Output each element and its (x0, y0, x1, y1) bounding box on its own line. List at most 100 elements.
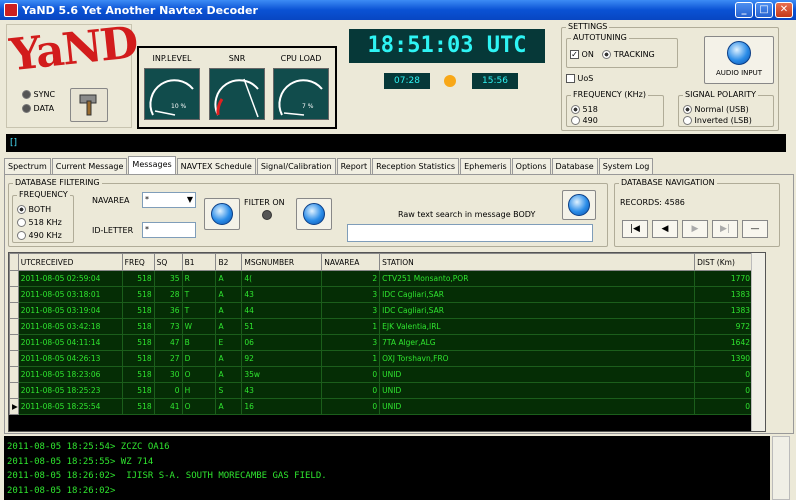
body-search-input[interactable] (347, 224, 593, 242)
column-header[interactable]: MSGNUMBER (241, 253, 323, 271)
column-header[interactable]: DIST (Km) (694, 253, 753, 271)
navarea-value: * (145, 195, 149, 204)
table-cell: O (181, 366, 217, 383)
tab-messages[interactable]: Messages (128, 156, 176, 174)
column-header[interactable]: STATION (379, 253, 696, 271)
table-cell: 1383 (694, 286, 753, 303)
tab-signal-calibration[interactable]: Signal/Calibration (256, 158, 336, 174)
uos-checkbox[interactable] (566, 74, 575, 83)
column-header[interactable]: UTCRECEIVED (17, 253, 123, 271)
minimize-button[interactable]: _ (735, 2, 753, 18)
filter-518-radio[interactable] (17, 218, 26, 227)
filter-both-radio[interactable] (17, 205, 26, 214)
clear-filter-button[interactable] (296, 198, 332, 230)
freq-490-radio[interactable] (571, 116, 580, 125)
row-selector[interactable] (9, 302, 19, 319)
table-cell: 30 (153, 366, 183, 383)
delete-record-button[interactable]: — (742, 220, 768, 238)
table-cell: 41 (153, 398, 183, 415)
column-header[interactable]: B1 (181, 253, 217, 271)
normal-usb-label: Normal (USB) (694, 105, 749, 114)
tab-report[interactable]: Report (336, 158, 372, 174)
id-letter-label: ID-LETTER (92, 226, 134, 235)
table-cell: 2011-08-05 03:18:01 (17, 286, 123, 303)
table-row[interactable]: 2011-08-05 04:26:13 518 27 D A 92 1 OXJ Torshav… (9, 350, 753, 367)
table-cell: A (215, 302, 243, 319)
table-cell: 36 (153, 302, 183, 319)
hammer-button[interactable] (70, 88, 108, 122)
console-line: 2011-08-05 18:26:02> IJISR S-A. SOUTH MO… (7, 471, 327, 481)
audio-input-button[interactable]: AUDIO INPUT (704, 36, 774, 84)
table-cell: 4( (241, 270, 323, 287)
next-record-button[interactable]: ▶ (682, 220, 708, 238)
row-selector[interactable] (9, 318, 19, 335)
autotuning-title: AUTOTUNING (571, 33, 629, 42)
table-row[interactable]: 2011-08-05 03:18:01 518 28 T A 43 3 IDC Cagliar… (9, 286, 753, 303)
table-row[interactable]: 2011-08-05 18:25:23 518 0 H S 43 0 UNID 0 (9, 382, 753, 399)
tab-strip: Spectrum Current Message Messages NAVTEX… (4, 156, 654, 175)
first-record-button[interactable]: |◀ (622, 220, 648, 238)
table-row[interactable]: 2011-08-05 03:42:18 518 73 W A 51 1 EJK Valenti… (9, 318, 753, 335)
tab-current-message[interactable]: Current Message (51, 158, 128, 174)
table-row[interactable]: 2011-08-05 18:23:06 518 30 O A 35w 0 UNID 0 (9, 366, 753, 383)
tab-database[interactable]: Database (551, 158, 598, 174)
column-header[interactable]: FREQ (121, 253, 155, 271)
navarea-select[interactable]: * ▼ (142, 192, 196, 208)
console-scrollbar[interactable] (772, 436, 790, 500)
table-cell: 1 (321, 318, 381, 335)
table-scrollbar[interactable] (751, 253, 765, 431)
apply-filter-button[interactable] (204, 198, 240, 230)
table-cell: 2011-08-05 18:25:54 (17, 398, 123, 415)
maximize-button[interactable]: □ (755, 2, 773, 18)
id-letter-input[interactable]: * (142, 222, 196, 238)
tracking-label: TRACKING (613, 50, 655, 59)
cpu-load-value: 7 % (302, 103, 314, 110)
snr-dial-icon (214, 78, 259, 118)
tab-ephemeris[interactable]: Ephemeris (460, 158, 511, 174)
uos-label: UoS (577, 74, 594, 83)
table-cell: H (181, 382, 217, 399)
freq-518-label: 518 (582, 105, 598, 114)
search-button[interactable] (562, 190, 596, 220)
tab-spectrum[interactable]: Spectrum (4, 158, 51, 174)
tracking-radio[interactable] (602, 50, 612, 59)
close-button[interactable]: ✕ (775, 2, 793, 18)
table-cell: 518 (121, 270, 155, 287)
freq-518-radio[interactable] (571, 105, 580, 114)
table-cell: D (181, 350, 217, 367)
tab-reception-statistics[interactable]: Reception Statistics (372, 158, 460, 174)
table-row[interactable]: 2011-08-05 04:11:14 518 47 B E 06 3 7TA Alger,A… (9, 334, 753, 351)
table-row[interactable]: 2011-08-05 03:19:04 518 36 T A 44 3 IDC Cagliar… (9, 302, 753, 319)
filter-490-radio[interactable] (17, 231, 26, 240)
table-cell: 0 (153, 382, 183, 399)
column-header[interactable]: SQ (153, 253, 183, 271)
filter-on-led (262, 210, 272, 220)
tab-options[interactable]: Options (511, 158, 551, 174)
row-selector[interactable] (9, 334, 19, 351)
row-selector[interactable] (9, 366, 19, 383)
data-led (22, 104, 31, 113)
filter-frequency-group: FREQUENCY BOTH 518 KHz 490 KHz (12, 190, 74, 243)
tab-navtex-schedule[interactable]: NAVTEX Schedule (176, 158, 256, 174)
row-selector[interactable]: ▶ (9, 398, 19, 415)
input-level-value: 10 % (171, 103, 187, 110)
normal-usb-radio[interactable] (683, 105, 692, 114)
table-row[interactable]: ▶ 2011-08-05 18:25:54 518 41 O A 16 0 UNID 0 (9, 398, 753, 415)
row-selector[interactable] (9, 286, 19, 303)
column-header[interactable]: NAVAREA (321, 253, 381, 271)
row-selector[interactable] (9, 350, 19, 367)
row-selector[interactable] (9, 382, 19, 399)
last-record-button[interactable]: ▶| (712, 220, 738, 238)
inverted-lsb-radio[interactable] (683, 116, 692, 125)
table-row[interactable]: 2011-08-05 02:59:04 518 35 R A 4(2 CTV251 Mons… (9, 270, 753, 287)
audio-input-label: AUDIO INPUT (715, 69, 763, 77)
table-cell: A (215, 350, 243, 367)
autotuning-on-checkbox[interactable]: ✓ (570, 50, 579, 59)
row-selector[interactable] (9, 270, 19, 287)
table-cell: 1642 (694, 334, 753, 351)
tab-system-log[interactable]: System Log (598, 158, 654, 174)
table-cell: 0 (694, 398, 753, 415)
cpu-load-dial-icon (278, 79, 323, 116)
prev-record-button[interactable]: ◀ (652, 220, 678, 238)
column-header[interactable]: B2 (215, 253, 243, 271)
